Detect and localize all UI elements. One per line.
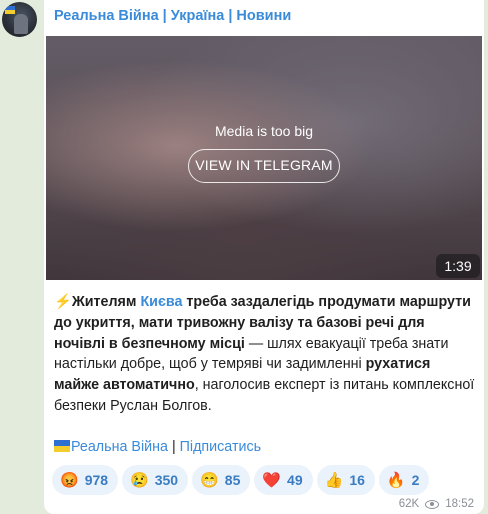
reaction-count: 49 — [287, 472, 303, 488]
crying-face-icon: 😢 — [130, 471, 149, 489]
reactions-bar: 😡 978 😢 350 😁 85 ❤️ 49 👍 16 🔥 2 — [52, 465, 430, 495]
ukraine-flag-icon — [5, 6, 15, 14]
message-time: 18:52 — [445, 498, 474, 510]
reaction-count: 16 — [349, 472, 365, 488]
subscribe-link[interactable]: Підписатись — [180, 439, 261, 455]
message-text: ⚡Жителям Києва треба заздалегідь продума… — [54, 294, 475, 414]
message-bubble: Реальна Війна | Україна | Новини Media i… — [44, 0, 484, 514]
heart-icon: ❤️ — [262, 471, 282, 489]
message-meta: 62K 18:52 — [399, 498, 474, 510]
reaction-count: 2 — [411, 472, 420, 488]
eye-icon — [425, 499, 440, 509]
reaction-fire[interactable]: 🔥 2 — [378, 465, 430, 495]
view-count: 62K — [398, 498, 420, 510]
thumbs-up-icon: 👍 — [324, 471, 344, 489]
soldier-silhouette-icon — [14, 14, 28, 34]
reaction-thumbs-up[interactable]: 👍 16 — [316, 465, 375, 495]
video-preview[interactable]: Media is too big VIEW IN TELEGRAM 1:39 — [46, 36, 482, 280]
message-signature: Реальна Війна | Підписатись — [54, 439, 261, 455]
reaction-grin[interactable]: 😁 85 — [192, 465, 251, 495]
channel-link[interactable]: Реальна Війна — [71, 439, 168, 455]
reaction-count: 350 — [154, 472, 179, 488]
ukraine-flag-icon — [54, 440, 70, 452]
reaction-count: 978 — [84, 472, 109, 488]
video-duration-badge: 1:39 — [436, 254, 480, 278]
media-too-big-notice: Media is too big — [214, 123, 314, 139]
fire-icon: 🔥 — [386, 471, 406, 489]
grinning-face-icon: 😁 — [200, 471, 219, 489]
angry-face-icon: 😡 — [60, 471, 79, 489]
view-in-telegram-button[interactable]: VIEW IN TELEGRAM — [188, 149, 340, 183]
reaction-angry[interactable]: 😡 978 — [52, 465, 119, 495]
reaction-count: 85 — [224, 472, 241, 488]
reaction-crying[interactable]: 😢 350 — [122, 465, 189, 495]
lightning-icon: ⚡ — [54, 294, 72, 310]
kyiv-hashtag-link[interactable]: Києва — [140, 294, 182, 310]
reaction-heart[interactable]: ❤️ 49 — [254, 465, 313, 495]
channel-title[interactable]: Реальна Війна | Україна | Новини — [54, 8, 291, 24]
channel-avatar[interactable] — [2, 2, 37, 37]
